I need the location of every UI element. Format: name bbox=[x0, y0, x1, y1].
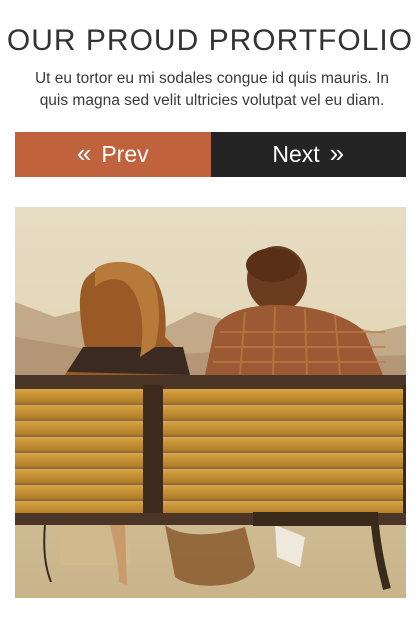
portfolio-nav: « Prev Next » bbox=[15, 132, 406, 177]
section-description: Ut eu tortor eu mi sodales congue id qui… bbox=[34, 70, 390, 109]
section-title: OUR PROUD PRORTFOLIO bbox=[6, 24, 414, 57]
prev-button-label: Prev bbox=[101, 141, 149, 167]
double-chevron-right-icon: » bbox=[329, 137, 345, 168]
next-button[interactable]: Next » bbox=[210, 132, 406, 177]
next-button-label: Next bbox=[272, 141, 320, 167]
double-chevron-left-icon: « bbox=[76, 137, 92, 168]
portfolio-image[interactable] bbox=[15, 207, 406, 598]
couple-on-bench-photo bbox=[15, 207, 406, 598]
prev-button[interactable]: « Prev bbox=[15, 132, 211, 177]
